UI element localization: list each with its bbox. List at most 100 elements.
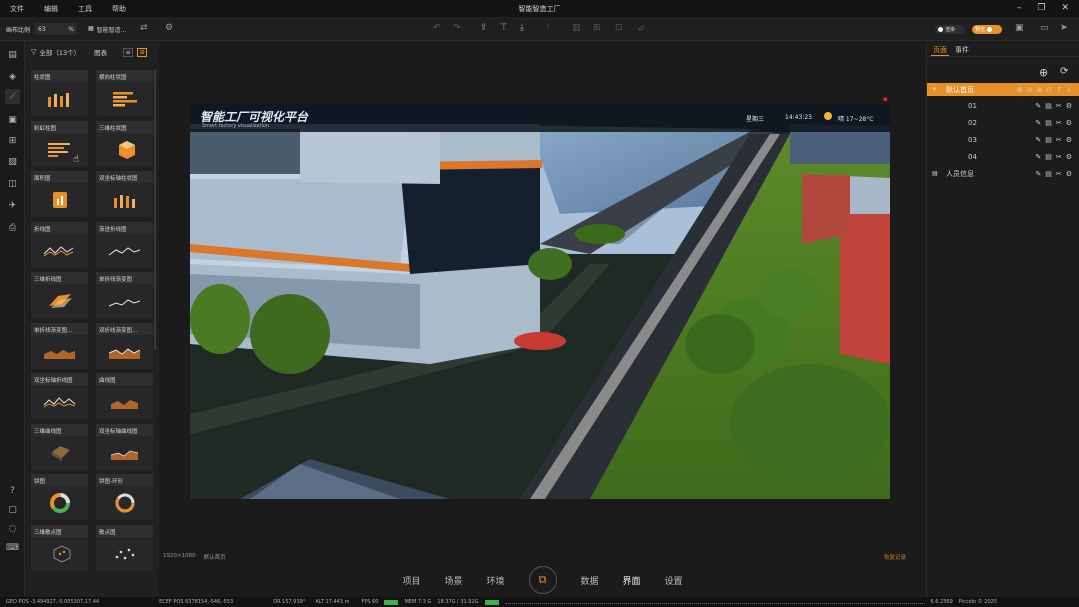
refresh-icon[interactable]: ⟳ [1060, 66, 1068, 77]
nav-environment[interactable]: 环境 [486, 574, 504, 587]
keyboard-icon[interactable]: ⌨ [5, 540, 20, 555]
hide-icon[interactable]: ⊘ [1027, 86, 1033, 94]
zoom-input[interactable]: 63 % [35, 23, 77, 35]
chart-card[interactable]: 单折线渐变图... [31, 322, 88, 369]
copy-icon[interactable]: ▤ [1045, 119, 1052, 127]
filter-label[interactable]: 全部（13个） [39, 47, 80, 57]
chart-card[interactable]: 双坐标轴柱状图 [96, 171, 153, 217]
nav-center-logo[interactable]: ⧉ [528, 566, 557, 594]
distribute-icon[interactable]: ▥ [572, 23, 581, 33]
data-icon[interactable]: ◫ [5, 176, 20, 191]
settings-icon[interactable]: ⚙ [165, 23, 173, 33]
edit-icon[interactable]: ✎ [1035, 136, 1041, 144]
close-icon[interactable]: ✕ [1061, 3, 1069, 13]
chart-card[interactable]: 双坐标轴折线图 [31, 373, 88, 419]
tab-pages[interactable]: 页面 [931, 45, 949, 56]
add-icon[interactable]: ⊕ [1017, 86, 1023, 94]
time-icon[interactable]: ⊙ [1046, 86, 1052, 94]
image-icon[interactable]: ▨ [5, 154, 20, 169]
restore-record-link[interactable]: 恢复记录 [884, 553, 906, 561]
chart-card[interactable]: 双坐标轴曲线图 [96, 423, 153, 470]
cut-icon[interactable]: ✂ [1056, 153, 1062, 161]
settings-icon[interactable]: ⚙ [1066, 136, 1072, 144]
move-down-icon[interactable]: ↓ [1066, 86, 1072, 94]
smart-manufacturing-button[interactable]: ▦ 智能智造... [88, 25, 126, 34]
nav-project[interactable]: 项目 [402, 574, 420, 587]
monitor-icon[interactable]: ▭ [1040, 23, 1049, 33]
chart-card[interactable]: 折线图 [31, 221, 88, 268]
chart-card[interactable]: 单折线渐变图 [96, 272, 153, 318]
copy-icon[interactable]: ▤ [1045, 136, 1052, 144]
category-label[interactable]: 图表 [94, 47, 107, 57]
page-tree-item[interactable]: 01 ✎ ▤ ✂ ⚙ [927, 99, 1079, 112]
edit-icon[interactable]: ✎ [1035, 102, 1041, 110]
lock-icon[interactable]: ⊡ [615, 23, 623, 33]
chart-card[interactable]: 双折线渐变图... [96, 322, 153, 369]
copy-icon[interactable]: ▤ [1045, 153, 1052, 161]
tab-events[interactable]: 事件 [953, 45, 971, 56]
media-icon[interactable]: ▣ [5, 112, 20, 127]
chart-card[interactable]: 三维柱状图 [96, 120, 153, 167]
edit-icon[interactable]: ✎ [1035, 119, 1041, 127]
minimize-icon[interactable]: – [1017, 3, 1022, 13]
table-icon[interactable]: ⊞ [5, 133, 20, 148]
cut-icon[interactable]: ✂ [1056, 136, 1062, 144]
settings-icon[interactable]: ⚙ [1066, 153, 1072, 161]
chart-card[interactable]: 面积图 [31, 171, 88, 217]
edit-icon[interactable]: ✎ [1035, 170, 1041, 178]
save-icon[interactable]: ▣ [1015, 23, 1024, 33]
printer-icon[interactable]: ⎙ [5, 220, 20, 235]
move-up-icon[interactable]: ↑ [1056, 86, 1062, 94]
copy-icon[interactable]: ▤ [1045, 102, 1052, 110]
chart-card[interactable]: 饼图-环形 [96, 474, 153, 520]
chart-icon[interactable]: ⟋ [5, 89, 20, 104]
chart-card[interactable]: 渐进折线图 [96, 221, 153, 268]
chart-card[interactable]: 三维折线图 [31, 272, 88, 318]
settings-icon[interactable]: ⚙ [1066, 119, 1072, 127]
chart-card[interactable]: 三维曲线图 [31, 423, 88, 470]
chart-card[interactable]: 饼图 [31, 474, 88, 520]
cut-icon[interactable]: ✂ [1056, 119, 1062, 127]
maximize-icon[interactable]: ❐ [1037, 3, 1045, 13]
page-tree-group[interactable]: ▤ 人员信息 ✎ ▤ ✂ ⚙ [927, 167, 1079, 180]
bar-align-icon[interactable]: ⫶ [547, 23, 549, 33]
send-icon[interactable]: ➤ [1060, 23, 1068, 33]
chart-card[interactable]: 散点图 [96, 524, 153, 571]
redo-icon[interactable]: ↷ [453, 23, 461, 33]
settings-icon[interactable]: ⚙ [1066, 170, 1072, 178]
chart-card[interactable]: 彩虹柱图 [31, 120, 88, 167]
chart-card[interactable]: 三维散点图 [31, 524, 88, 571]
upload-icon[interactable]: ⇪ [480, 23, 488, 33]
settings-icon[interactable]: ⚙ [1066, 102, 1072, 110]
nav-data[interactable]: 数据 [581, 574, 599, 587]
help-icon[interactable]: ? [5, 483, 20, 498]
delete-handle-icon[interactable]: ▪ [883, 95, 888, 103]
undo-icon[interactable]: ↶ [433, 23, 441, 33]
page-icon[interactable]: ▤ [5, 47, 20, 62]
group-icon[interactable]: ⊞ [593, 23, 601, 33]
nav-scene[interactable]: 场景 [444, 574, 462, 587]
nav-interface[interactable]: 界面 [623, 574, 641, 587]
page-tree-item[interactable]: 04 ✎ ▤ ✂ ⚙ [927, 150, 1079, 163]
add-page-icon[interactable]: ⊕ [1039, 66, 1048, 79]
switch-icon[interactable]: ⇄ [140, 23, 148, 33]
cut-icon[interactable]: ✂ [1056, 170, 1062, 178]
plane-icon[interactable]: ✈ [5, 198, 20, 213]
timeline-ruler[interactable] [504, 600, 925, 604]
preview-toggle[interactable]: 预览 [972, 25, 1002, 34]
grid-view-icon[interactable]: ⊞ [137, 47, 148, 57]
gallery-scrollbar[interactable] [154, 70, 156, 350]
cut-icon[interactable]: ✂ [1056, 102, 1062, 110]
pin-icon[interactable]: ⊿ [637, 23, 645, 33]
chart-card[interactable]: 横向柱状图 [96, 70, 153, 116]
align-top-icon[interactable]: ⊤ [500, 23, 508, 33]
chart-card[interactable]: 曲线图 [96, 373, 153, 419]
list-view-icon[interactable]: ≡ [123, 47, 134, 57]
page-tree-item[interactable]: 03 ✎ ▤ ✂ ⚙ [927, 133, 1079, 146]
filter-icon[interactable]: ▽ [31, 48, 36, 56]
render-toggle[interactable]: 渲染 [935, 25, 965, 34]
chart-card[interactable]: 柱状图 [31, 70, 88, 116]
page-tree-item[interactable]: 02 ✎ ▤ ✂ ⚙ [927, 116, 1079, 129]
download-icon[interactable]: ⤓ [520, 23, 524, 33]
layer-icon[interactable]: ◈ [5, 69, 20, 84]
